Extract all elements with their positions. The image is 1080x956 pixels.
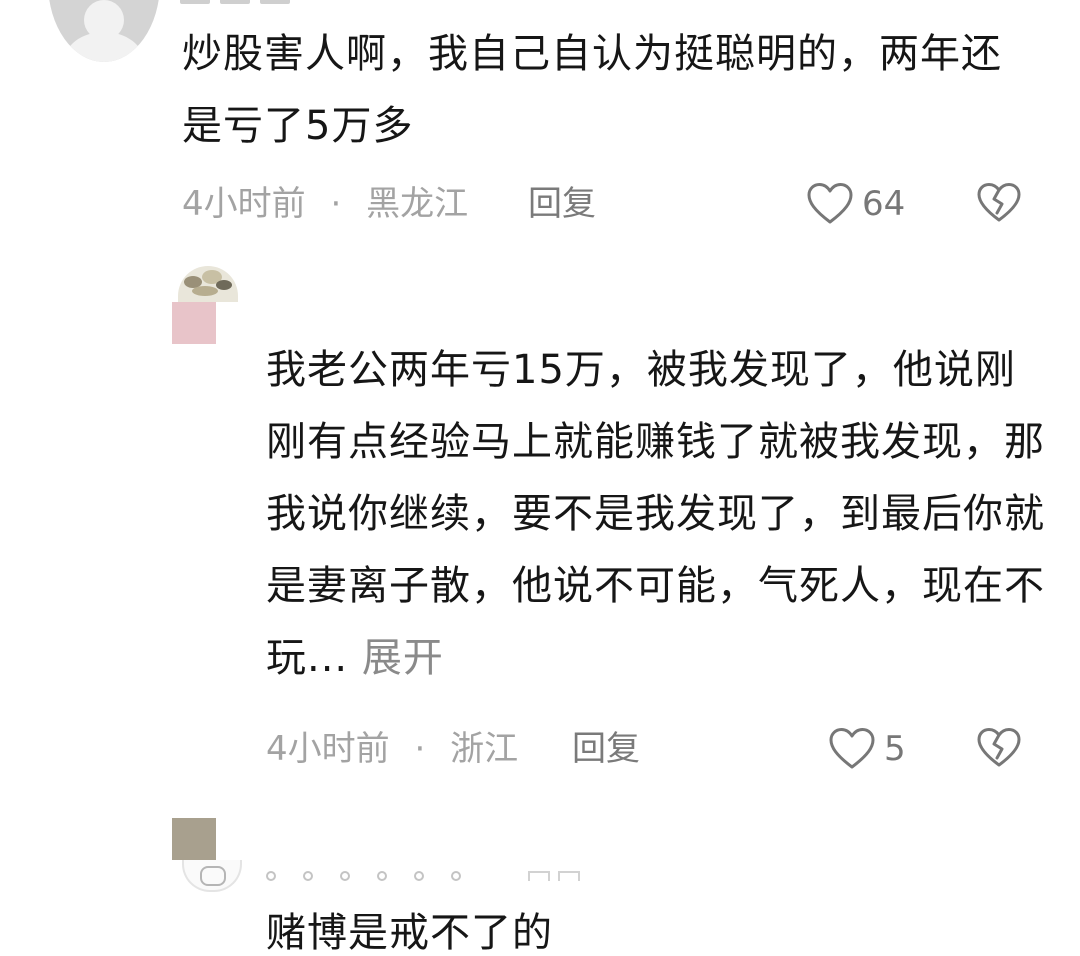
broken-heart-icon: [977, 728, 1021, 767]
comment-body: 我老公两年亏15万，被我发现了，他说刚刚有点经验马上就能赚钱了就被我发现，那我说…: [266, 347, 1045, 681]
avatar[interactable]: [178, 266, 238, 302]
comment-text: 我老公两年亏15万，被我发现了，他说刚刚有点经验马上就能赚钱了就被我发现，那我说…: [266, 334, 1046, 694]
reply-button[interactable]: 回复: [528, 180, 596, 228]
comment-text: 赌博是戒不了的: [266, 910, 553, 956]
avatar[interactable]: [182, 860, 242, 892]
meta-separator: ·: [414, 729, 426, 769]
comment-meta: 4小时前 · 黑龙江: [182, 180, 468, 228]
comment-text: 炒股害人啊，我自己自认为挺聪明的，两年还是亏了5万多: [182, 31, 1002, 149]
comment-time: 4小时前: [266, 729, 390, 769]
avatar[interactable]: [48, 0, 160, 62]
username-cropped: [266, 866, 580, 886]
heart-outline-icon: [829, 728, 875, 769]
meta-separator: ·: [330, 184, 342, 224]
expand-spacer: [348, 635, 362, 681]
avatar-body-shape: [64, 32, 144, 62]
username-mask: [172, 302, 216, 344]
like-count: 64: [862, 184, 906, 224]
username-mask: [172, 818, 216, 860]
username-cropped: [180, 0, 420, 4]
broken-heart-icon: [977, 183, 1021, 222]
comment-location: 黑龙江: [366, 184, 469, 224]
expand-link[interactable]: 展开: [362, 635, 444, 681]
dislike-button[interactable]: [976, 727, 1022, 769]
like-button[interactable]: 64: [806, 180, 905, 228]
heart-outline-icon: [807, 183, 853, 224]
comment-thread: 炒股害人啊，我自己自认为挺聪明的，两年还是亏了5万多 4小时前 · 黑龙江 回复…: [0, 0, 1080, 956]
comment-meta: 4小时前 · 浙江: [266, 725, 518, 773]
like-button[interactable]: 5: [828, 725, 906, 773]
like-count: 5: [884, 729, 906, 769]
dislike-button[interactable]: [976, 182, 1022, 224]
reply-button[interactable]: 回复: [572, 725, 640, 773]
comment-location: 浙江: [450, 729, 519, 769]
comment-time: 4小时前: [182, 184, 306, 224]
